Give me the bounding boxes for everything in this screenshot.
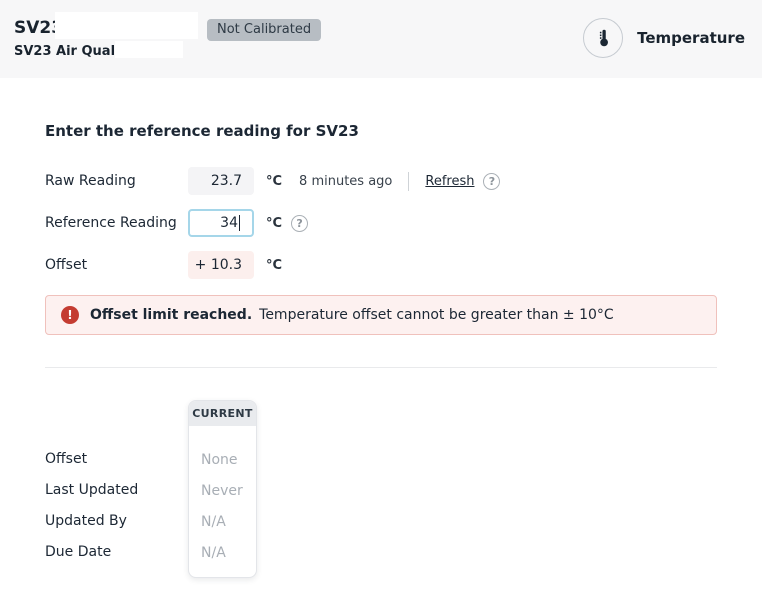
raw-reading-label: Raw Reading: [45, 173, 188, 189]
current-column-card: CURRENT None Never N/A N/A: [188, 400, 257, 578]
calibration-history: Offset Last Updated Updated By Due Date …: [45, 368, 717, 578]
vertical-divider: [408, 172, 409, 191]
refresh-link[interactable]: Refresh: [425, 174, 474, 189]
page-title: Enter the reference reading for SV23: [45, 122, 717, 140]
question-mark-icon[interactable]: ?: [483, 173, 500, 190]
raw-reading-row: Raw Reading 23.7 °C 8 minutes ago Refres…: [45, 167, 717, 195]
history-row-label: Updated By: [45, 511, 138, 542]
reference-reading-label: Reference Reading: [45, 215, 188, 231]
offset-value: + 10.3: [188, 251, 254, 279]
reference-reading-input[interactable]: 34: [188, 209, 254, 237]
history-row-label: Last Updated: [45, 480, 138, 511]
alert-message: Temperature offset cannot be greater tha…: [259, 307, 614, 323]
offset-unit: °C: [266, 258, 282, 273]
offset-label: Offset: [45, 257, 188, 273]
calibration-page: SV23 SV23 Air Quality Not Calibrated Tem…: [0, 0, 762, 598]
reference-reading-input-value: 34: [220, 215, 238, 231]
redacted-area: [55, 12, 198, 39]
calibration-status-badge: Not Calibrated: [207, 19, 321, 41]
text-caret: [239, 215, 240, 231]
history-row-label: Due Date: [45, 542, 138, 573]
heading-device-name: SV23: [316, 122, 359, 140]
history-row-value: Never: [201, 481, 256, 512]
history-row-value: N/A: [201, 512, 256, 543]
history-labels: Offset Last Updated Updated By Due Date: [45, 449, 138, 573]
alert-title: Offset limit reached.: [90, 307, 252, 323]
history-row-label: Offset: [45, 449, 138, 480]
heading-prefix: Enter the reference reading for: [45, 122, 316, 140]
current-column-values: None Never N/A N/A: [189, 426, 256, 574]
raw-reading-unit: °C: [266, 174, 282, 189]
sensor-type-label: Temperature: [637, 29, 745, 47]
page-header: SV23 SV23 Air Quality Not Calibrated Tem…: [0, 0, 762, 78]
raw-reading-age: 8 minutes ago: [299, 174, 392, 189]
question-mark-icon[interactable]: ?: [291, 215, 308, 232]
history-row-value: None: [201, 450, 256, 481]
redacted-area: [115, 41, 183, 58]
reference-reading-row: Reference Reading 34 °C ?: [45, 209, 717, 237]
history-row-value: N/A: [201, 543, 256, 574]
reference-reading-unit: °C: [266, 216, 282, 231]
offset-limit-alert: ! Offset limit reached. Temperature offs…: [45, 295, 717, 335]
exclamation-icon: !: [61, 306, 79, 324]
offset-row: Offset + 10.3 °C: [45, 251, 717, 279]
thermometer-icon: [583, 18, 623, 58]
calibration-form: Raw Reading 23.7 °C 8 minutes ago Refres…: [45, 167, 717, 279]
current-column-header: CURRENT: [189, 401, 256, 426]
main-content: Enter the reference reading for SV23 Raw…: [0, 122, 762, 578]
sensor-type-indicator: Temperature: [583, 0, 762, 58]
raw-reading-value: 23.7: [188, 167, 254, 195]
